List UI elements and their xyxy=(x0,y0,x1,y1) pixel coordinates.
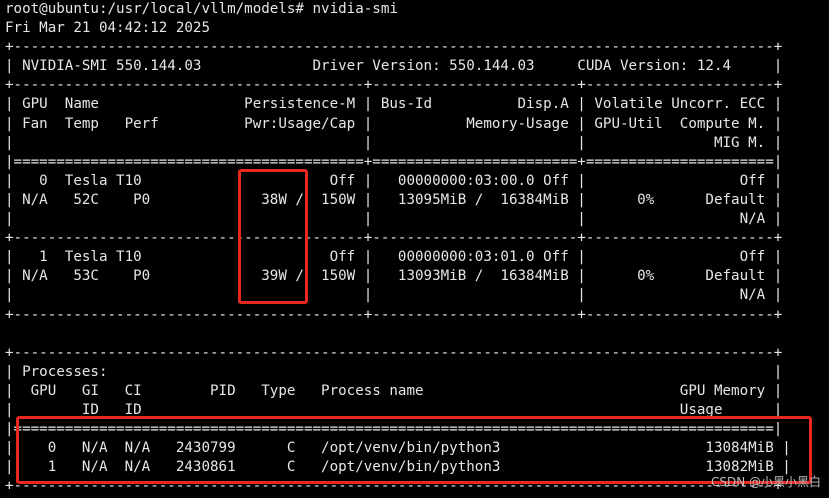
processes-title: | Processes: | xyxy=(5,363,783,380)
gpu1-row-3: | | | N/A | xyxy=(5,287,783,304)
processes-border-bottom: +---------------------------------------… xyxy=(5,478,783,495)
gpu0-row-3: | | | N/A | xyxy=(5,211,783,228)
terminal-window[interactable]: root@ubuntu:/usr/local/vllm/models# nvid… xyxy=(0,0,829,498)
gpu-table-header-separator: |=======================================… xyxy=(5,153,783,170)
processes-header-2: | ID ID Usage | xyxy=(5,401,783,418)
processes-border-top: +---------------------------------------… xyxy=(5,344,783,361)
processes-header-separator: |=======================================… xyxy=(5,421,783,438)
gpu-table-header-3: | | | MIG M. | xyxy=(5,134,783,151)
table-row-separator: +---------------------------------------… xyxy=(5,306,783,323)
gpu-table-header-1: | GPU Name Persistence-M | Bus-Id Disp.A… xyxy=(5,96,783,113)
gpu-table-header-2: | Fan Temp Perf Pwr:Usage/Cap | Memory-U… xyxy=(5,115,783,132)
version-line: | NVIDIA-SMI 550.144.03 Driver Version: … xyxy=(5,58,783,75)
process-row: | 1 N/A N/A 2430861 C /opt/venv/bin/pyth… xyxy=(5,459,791,476)
gpu1-row-1: | 1 Tesla T10 Off | 00000000:03:01.0 Off… xyxy=(5,249,783,266)
gpu0-row-1: | 0 Tesla T10 Off | 00000000:03:00.0 Off… xyxy=(5,172,783,189)
timestamp-line: Fri Mar 21 04:42:12 2025 xyxy=(5,20,210,37)
process-row: | 0 N/A N/A 2430799 C /opt/venv/bin/pyth… xyxy=(5,440,791,457)
watermark: CSDN @小黑小黑白 xyxy=(710,475,821,489)
processes-header-1: | GPU GI CI PID Type Process name GPU Me… xyxy=(5,382,783,399)
shell-prompt-line: root@ubuntu:/usr/local/vllm/models# nvid… xyxy=(5,1,398,17)
table-row-separator: +---------------------------------------… xyxy=(5,230,783,247)
table-row-separator: +---------------------------------------… xyxy=(5,77,783,94)
table-border-top: +---------------------------------------… xyxy=(5,39,783,56)
gpu0-row-2: | N/A 52C P0 38W / 150W | 13095MiB / 163… xyxy=(5,191,783,208)
gpu1-row-2: | N/A 53C P0 39W / 150W | 13093MiB / 163… xyxy=(5,268,783,285)
